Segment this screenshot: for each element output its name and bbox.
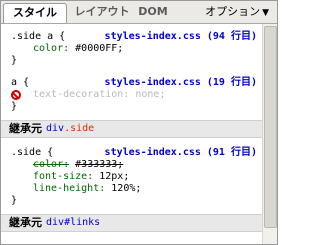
rule-selector[interactable]: .side a { bbox=[11, 31, 65, 43]
vertical-scrollbar[interactable] bbox=[262, 24, 277, 244]
inherited-class: .side bbox=[64, 123, 95, 134]
css-property[interactable]: color: #333333; bbox=[33, 159, 123, 171]
css-rule: .side { styles-index.css (91 行目) color: … bbox=[1, 147, 263, 209]
rule-source-link[interactable]: styles-index.css (94 行目) bbox=[105, 31, 257, 43]
inherited-label: 継承元 bbox=[9, 216, 42, 229]
tab-layout[interactable]: レイアウト bbox=[71, 3, 133, 21]
property-name: color: bbox=[33, 43, 70, 54]
property-value: 120%; bbox=[111, 183, 142, 194]
css-rule: a { styles-index.css (19 行目) text-decora… bbox=[1, 77, 263, 117]
property-value: none; bbox=[135, 89, 166, 100]
inherited-label: 継承元 bbox=[9, 122, 42, 135]
options-label: オプション bbox=[205, 5, 261, 18]
rule-close-brace: } bbox=[11, 55, 18, 66]
rule-source-link[interactable]: styles-index.css (19 行目) bbox=[105, 77, 257, 89]
property-name: line-height: bbox=[33, 183, 106, 194]
inherited-element-link[interactable]: div.side bbox=[46, 121, 94, 137]
inherited-tag: div bbox=[46, 123, 65, 134]
chevron-down-icon: ▼ bbox=[262, 8, 269, 18]
css-property[interactable]: font-size: 12px; bbox=[33, 171, 129, 183]
property-name: text-decoration: bbox=[33, 89, 130, 100]
inherited-from-header: 継承元 div.side bbox=[1, 120, 263, 138]
css-property[interactable]: color: #0000FF; bbox=[33, 43, 123, 55]
scrollbar-thumb[interactable] bbox=[264, 26, 277, 228]
css-rule: .side a { styles-index.css (94 行目) color… bbox=[1, 31, 263, 71]
rule-selector[interactable]: .side { bbox=[11, 147, 53, 159]
property-value: #333333; bbox=[75, 159, 124, 170]
rule-source-link[interactable]: styles-index.css (91 行目) bbox=[105, 147, 257, 159]
property-value: #0000FF; bbox=[75, 43, 124, 54]
property-value: 12px; bbox=[99, 171, 130, 182]
css-property[interactable]: line-height: 120%; bbox=[33, 183, 141, 195]
inherited-from-header: 継承元 div#links bbox=[1, 214, 263, 232]
inherited-element-link[interactable]: div#links bbox=[46, 215, 100, 231]
property-name: color: bbox=[33, 159, 70, 170]
inherited-id: #links bbox=[64, 217, 101, 228]
disabled-property-icon[interactable] bbox=[11, 90, 21, 100]
property-name: font-size: bbox=[33, 171, 94, 182]
tab-dom[interactable]: DOM bbox=[135, 3, 171, 21]
options-menu[interactable]: オプション ▼ bbox=[205, 4, 269, 20]
rules-pane: .side a { styles-index.css (94 行目) color… bbox=[1, 24, 263, 244]
style-inspector-panel: スタイル レイアウト DOM オプション ▼ .side a { styles-i… bbox=[0, 0, 278, 245]
css-property[interactable]: text-decoration: none; bbox=[33, 89, 165, 101]
rule-close-brace: } bbox=[11, 195, 18, 206]
rule-selector[interactable]: a { bbox=[11, 77, 29, 89]
tab-style[interactable]: スタイル bbox=[3, 3, 67, 23]
rule-close-brace: } bbox=[11, 101, 18, 112]
tab-bar: スタイル レイアウト DOM オプション ▼ bbox=[1, 1, 277, 24]
inherited-tag: div bbox=[46, 217, 65, 228]
